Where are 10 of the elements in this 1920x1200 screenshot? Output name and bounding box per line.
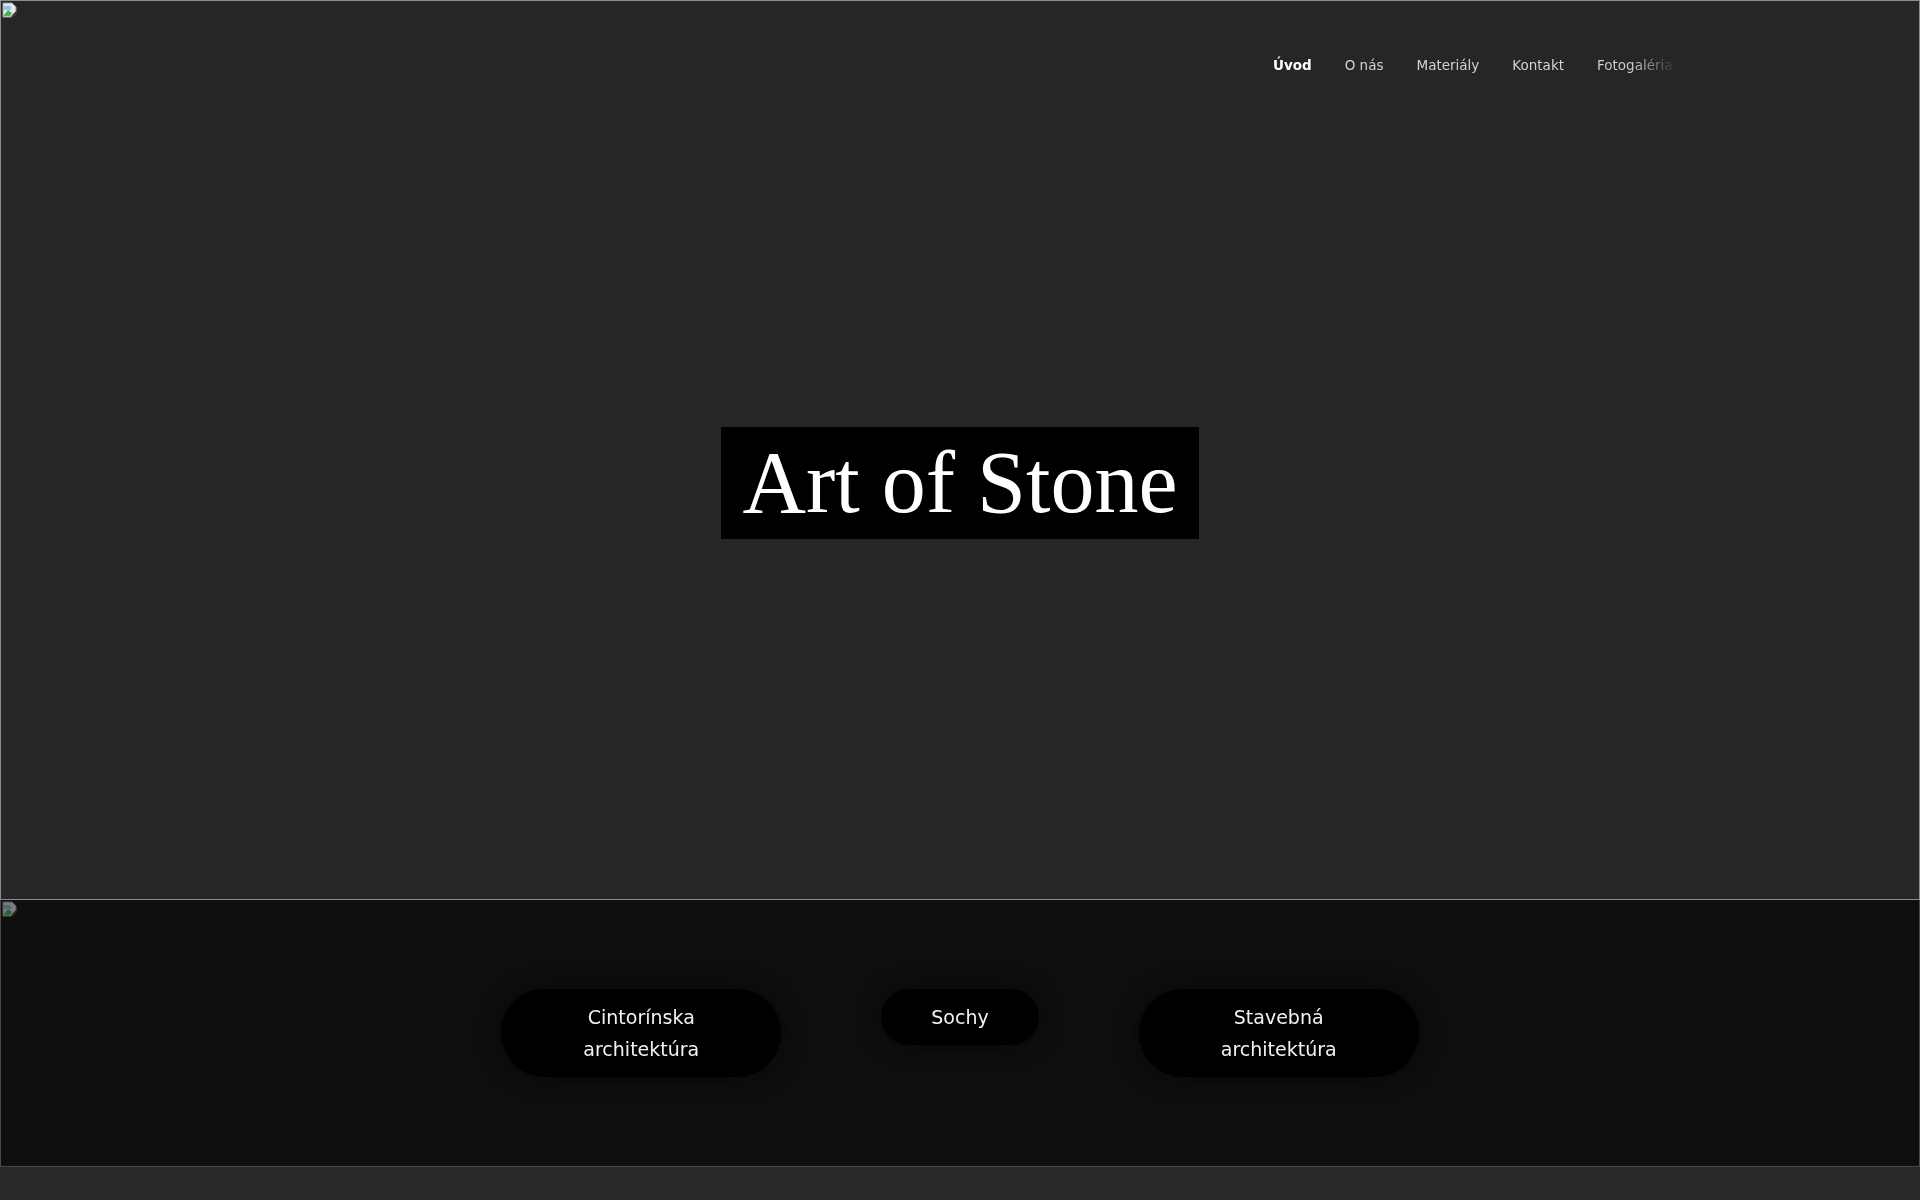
broken-image-icon	[2, 2, 18, 18]
category-button[interactable]: Stavebná architektúra	[1138, 989, 1419, 1077]
nav-link[interactable]: Materiály	[1416, 53, 1480, 77]
category-button[interactable]: Sochy	[881, 989, 1039, 1045]
nav-link[interactable]: Kontakt	[1512, 53, 1564, 77]
broken-image-icon	[2, 901, 18, 917]
nav-link[interactable]: Úvod	[1273, 53, 1312, 77]
nav-link[interactable]: O nás	[1344, 53, 1384, 77]
category-button[interactable]: Cintorínska architektúra	[501, 989, 782, 1077]
site-title: Art of Stone	[721, 427, 1199, 539]
